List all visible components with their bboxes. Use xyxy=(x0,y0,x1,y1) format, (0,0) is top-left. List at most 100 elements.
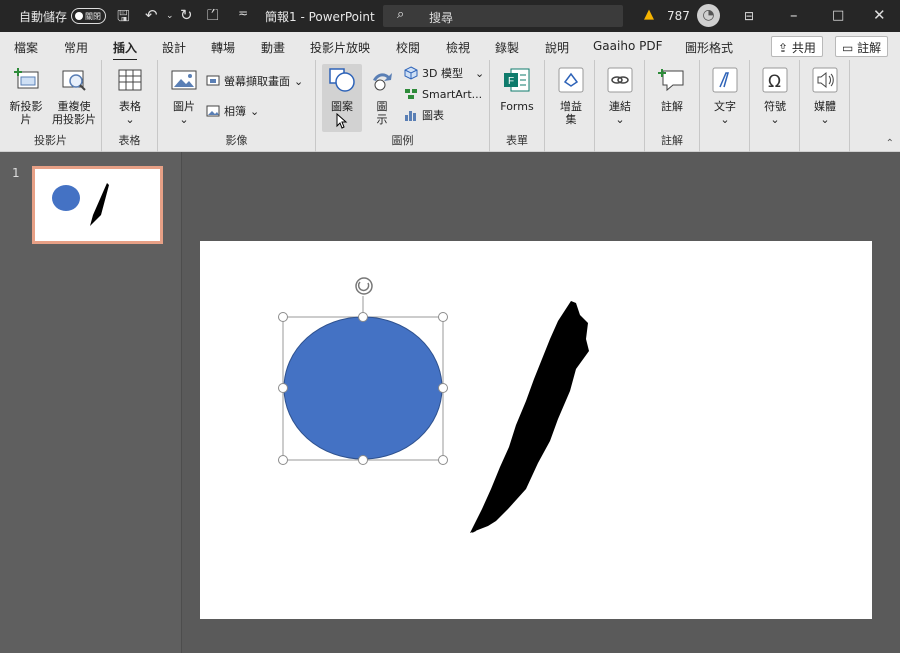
thumbnail-preview xyxy=(52,183,109,226)
3d-models-label: 3D 模型 xyxy=(422,67,463,80)
search-box[interactable]: ⌕ 搜尋 xyxy=(383,5,623,27)
new-comment-icon xyxy=(658,69,684,92)
forms-button[interactable]: F Forms xyxy=(495,64,539,113)
tab-animations[interactable]: 動畫 xyxy=(261,39,285,56)
screenshot-dropdown-icon: ⌄ xyxy=(294,74,304,88)
smartart-icon xyxy=(405,89,417,99)
slide-content xyxy=(278,277,589,533)
resize-handle-bottom-left[interactable] xyxy=(278,455,288,465)
group-forms: F Forms 表單 xyxy=(490,60,545,152)
icons-label-2: 示 xyxy=(376,113,388,126)
svg-text:Ω: Ω xyxy=(768,72,781,92)
title-bar: 自動儲存 關閉 🖫 ↶ ⌄ ↻ ⏍ ≂ 簡報1 - PowerPoint ⌕ 搜… xyxy=(0,0,900,32)
links-button[interactable]: 連結 ⌄ xyxy=(598,64,642,126)
tab-shape-format[interactable]: 圖形格式 xyxy=(685,39,733,56)
album-icon xyxy=(206,105,220,117)
resize-handle-bottom-right[interactable] xyxy=(438,455,448,465)
new-slide-icon xyxy=(14,68,39,89)
links-dropdown-icon: ⌄ xyxy=(615,113,625,126)
resize-handle-left[interactable] xyxy=(278,383,288,393)
group-tables: 表格 ⌄ 表格 xyxy=(102,60,158,152)
symbols-dropdown-icon: ⌄ xyxy=(770,113,780,126)
new-comment-button[interactable]: 註解 xyxy=(650,64,694,113)
ribbon-display-icon[interactable]: ⊟ xyxy=(744,9,754,23)
shapes-button[interactable]: 圖案 xyxy=(322,64,362,132)
smartart-label: SmartArt... xyxy=(422,87,483,101)
tab-file[interactable]: 檔案 xyxy=(14,39,38,56)
undo-dropdown-icon[interactable]: ⌄ xyxy=(166,11,174,21)
icons-button[interactable]: 圖 示 xyxy=(364,64,400,126)
autosave-toggle[interactable]: 關閉 xyxy=(71,8,106,24)
chart-label: 圖表 xyxy=(422,109,444,122)
chart-button[interactable]: 圖表 xyxy=(404,106,444,124)
slide-thumbnail[interactable] xyxy=(32,166,163,244)
new-slide-label-2: 片 xyxy=(20,113,32,126)
present-icon[interactable]: ⏍ xyxy=(207,6,218,24)
reuse-slides-button[interactable]: 重複使 用投影片 xyxy=(48,64,100,126)
tab-view[interactable]: 檢視 xyxy=(446,39,470,56)
group-images: 圖片 ⌄ 螢幕擷取畫面 ⌄ 相簿 ⌄ 影像 xyxy=(158,60,316,152)
tab-insert[interactable]: 插入 xyxy=(113,39,138,61)
search-placeholder: 搜尋 xyxy=(429,11,454,25)
minimize-icon[interactable]: – xyxy=(790,6,798,24)
warning-icon[interactable]: ▲ xyxy=(644,7,654,22)
rotate-handle-icon[interactable] xyxy=(355,277,373,295)
links-label: 連結 xyxy=(609,100,631,113)
pictures-button[interactable]: 圖片 ⌄ xyxy=(162,64,206,126)
redo-icon[interactable]: ↻ xyxy=(180,6,193,24)
3d-models-button[interactable]: 3D 模型 ⌄ xyxy=(404,64,484,82)
text-label: 文字 xyxy=(714,100,736,113)
album-label: 相簿 xyxy=(224,105,246,118)
media-dropdown-icon: ⌄ xyxy=(820,113,830,126)
addins-button[interactable]: 增益 集 xyxy=(549,64,593,126)
new-comment-label: 註解 xyxy=(661,100,683,113)
media-button[interactable]: 媒體 ⌄ xyxy=(803,64,847,126)
comment-button[interactable]: ▭ 註解 xyxy=(835,36,889,57)
ribbon: 新投影 片 重複使 用投影片 投影片 表格 ⌄ 表格 圖片 ⌄ 螢幕擷取畫面 ⌄ xyxy=(0,60,900,152)
tab-home[interactable]: 常用 xyxy=(64,39,88,56)
symbols-button[interactable]: Ω 符號 ⌄ xyxy=(753,64,797,126)
blue-ellipse[interactable] xyxy=(283,316,443,460)
resize-handle-right[interactable] xyxy=(438,383,448,393)
save-icon[interactable]: 🖫 xyxy=(117,6,130,31)
resize-handle-top[interactable] xyxy=(358,312,368,322)
tab-help[interactable]: 說明 xyxy=(545,39,569,56)
tab-design[interactable]: 設計 xyxy=(162,39,186,56)
tab-record[interactable]: 錄製 xyxy=(495,39,519,56)
resize-handle-top-right[interactable] xyxy=(438,312,448,322)
tab-gaaiho-pdf[interactable]: Gaaiho PDF xyxy=(593,39,662,53)
maximize-icon[interactable]: □ xyxy=(832,8,844,23)
speaker-icon xyxy=(812,67,838,93)
screenshot-icon xyxy=(206,75,220,86)
smartart-button[interactable]: SmartArt... xyxy=(404,85,482,103)
collapse-ribbon-icon[interactable]: ⌃ xyxy=(886,138,894,149)
slide-canvas[interactable] xyxy=(200,241,872,619)
group-images-label: 影像 xyxy=(225,134,248,147)
group-links: 連結 ⌄ xyxy=(595,60,645,152)
symbols-label: 符號 xyxy=(764,100,786,113)
new-slide-label-1: 新投影 xyxy=(9,100,43,113)
brush-stroke-shape[interactable] xyxy=(470,301,589,533)
tab-slideshow[interactable]: 投影片放映 xyxy=(310,39,370,56)
share-button[interactable]: ⇪ 共用 xyxy=(771,36,823,57)
resize-handle-bottom[interactable] xyxy=(358,455,368,465)
icons-label-1: 圖 xyxy=(376,100,388,113)
new-slide-button[interactable]: 新投影 片 xyxy=(4,64,48,126)
screenshot-button[interactable]: 螢幕擷取畫面 ⌄ xyxy=(206,72,303,90)
table-dropdown-icon: ⌄ xyxy=(125,113,135,126)
table-button[interactable]: 表格 ⌄ xyxy=(108,64,152,126)
group-comments-label: 註解 xyxy=(661,134,683,147)
tab-transitions[interactable]: 轉場 xyxy=(211,39,235,56)
reuse-slides-icon xyxy=(62,70,86,91)
autosave-label: 自動儲存 xyxy=(19,10,68,24)
forms-icon: F xyxy=(504,68,530,92)
ribbon-tabs: 檔案 常用 插入 設計 轉場 動畫 投影片放映 校閱 檢視 錄製 說明 Gaai… xyxy=(0,32,900,61)
avatar[interactable]: ◔ xyxy=(697,4,720,27)
undo-icon[interactable]: ↶ xyxy=(145,6,158,24)
album-button[interactable]: 相簿 ⌄ xyxy=(206,102,259,120)
tab-review[interactable]: 校閱 xyxy=(396,39,420,56)
customize-toolbar-icon[interactable]: ≂ xyxy=(238,6,248,20)
close-icon[interactable]: ✕ xyxy=(873,6,886,24)
text-button[interactable]: 文字 ⌄ xyxy=(703,64,747,126)
resize-handle-top-left[interactable] xyxy=(278,312,288,322)
